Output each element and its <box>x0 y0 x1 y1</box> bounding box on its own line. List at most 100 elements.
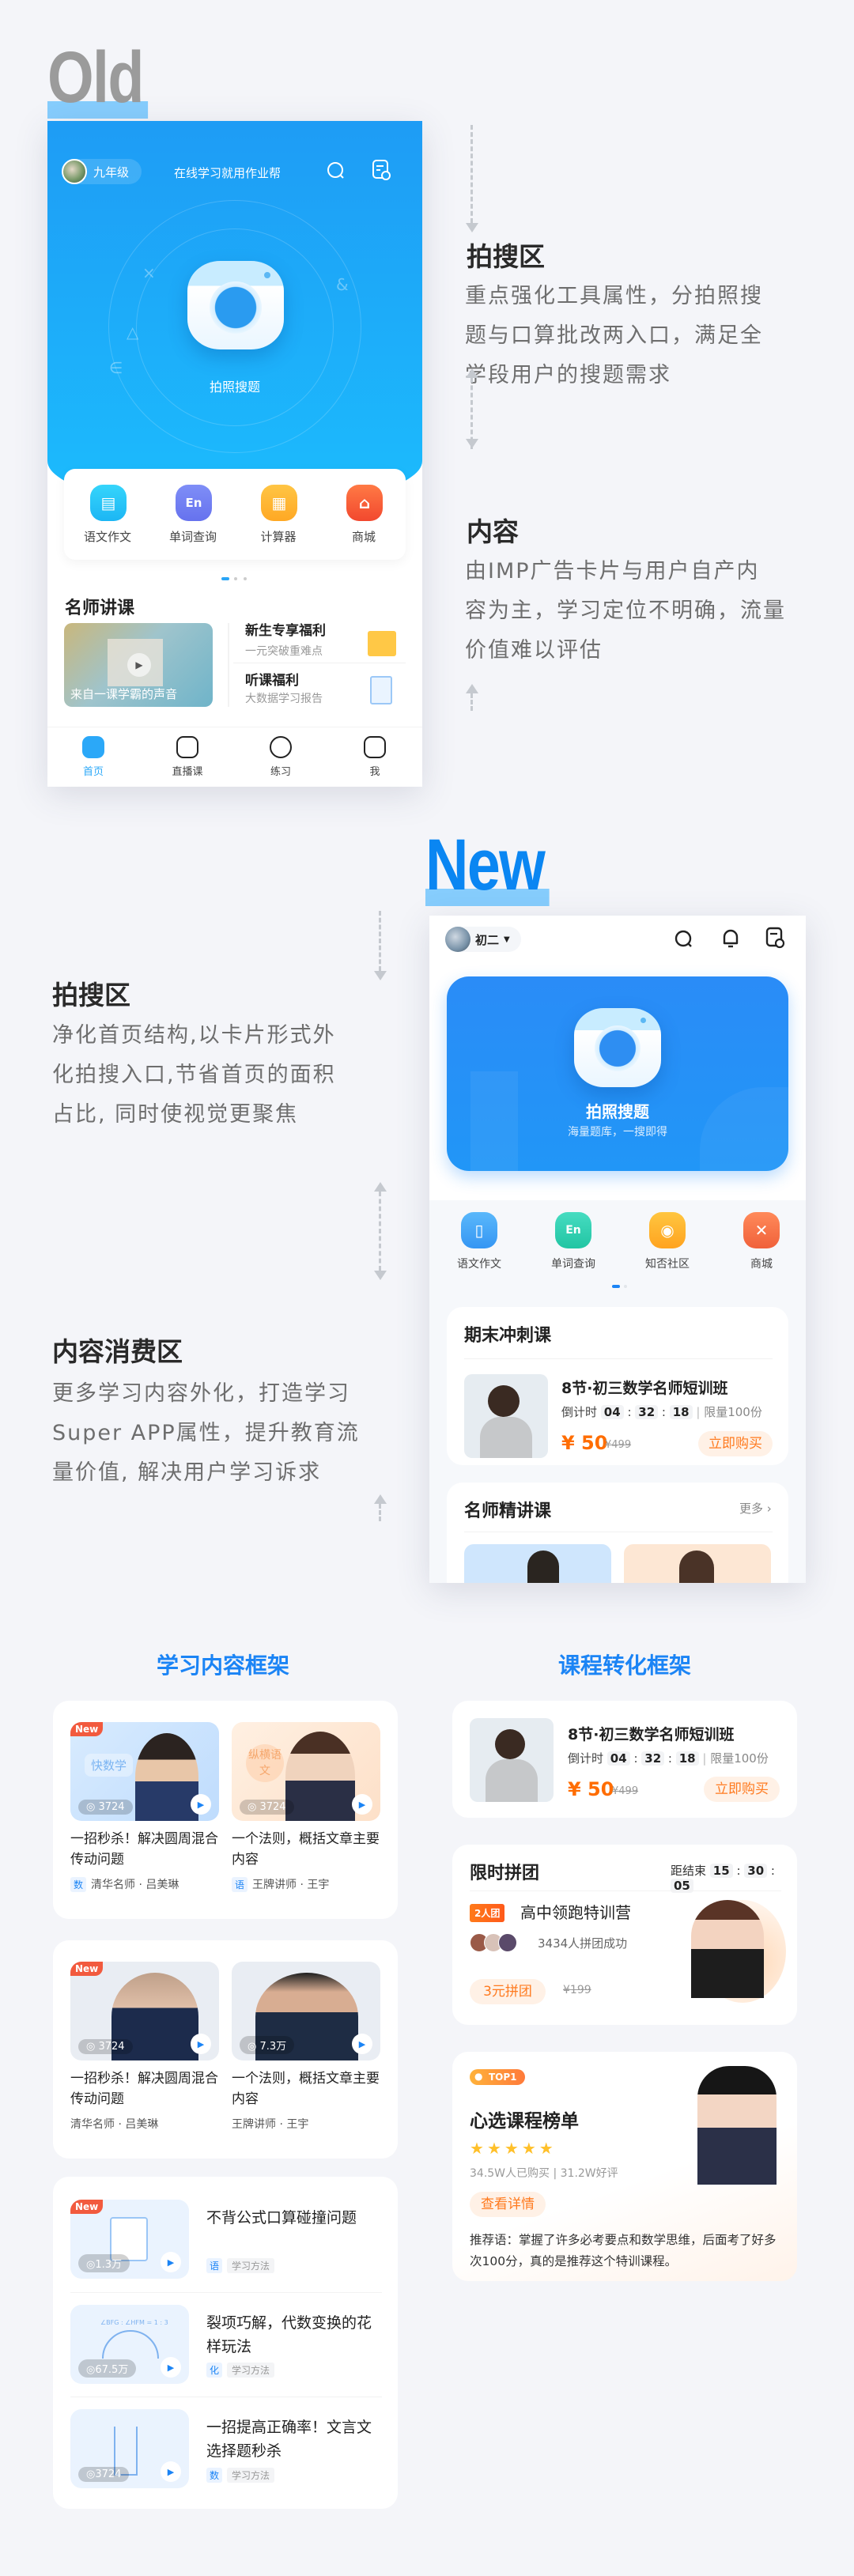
annotation-desc: 更多学习内容外化，打造学习 Super APP属性，提升教育流 量价值, 解决用户学… <box>52 1381 360 1485</box>
buy-button[interactable]: 立即购买 <box>704 1777 780 1802</box>
grade-selector[interactable]: 初二 ▼ <box>445 927 521 952</box>
tab-live[interactable]: 直播课 <box>156 736 219 778</box>
content-tags: 数学习方法 <box>206 2468 275 2483</box>
camera-button[interactable] <box>187 261 284 349</box>
content-tags: 化学习方法 <box>206 2363 275 2378</box>
promo-title[interactable]: 听课福利 <box>245 669 299 689</box>
content-title[interactable]: 不背公式口算碰撞问题 <box>206 2206 380 2230</box>
view-details-button[interactable]: 查看详情 <box>470 2192 546 2217</box>
flame-icon: ● <box>474 2071 483 2082</box>
annotation-title: 内容 <box>467 516 519 547</box>
view-count: ◎ 3724 <box>240 1800 294 1815</box>
search-icon[interactable] <box>326 161 346 181</box>
camera-lens <box>595 1025 640 1071</box>
view-count: ◎ 3724 <box>78 1800 133 1815</box>
video-thumbnail[interactable]: ◎3724 ▶ <box>70 2409 189 2488</box>
page-dot-active <box>221 577 229 580</box>
teacher-thumb[interactable] <box>624 1544 771 1583</box>
new-badge: New <box>70 1722 104 1736</box>
play-icon[interactable]: ▶ <box>352 1794 372 1815</box>
content-title[interactable]: 裂项巧解，代数变换的花样玩法 <box>206 2311 380 2359</box>
page-dot-active <box>612 1285 620 1288</box>
content-title[interactable]: 一招秒杀！解决圆周混合传动问题 <box>70 1829 221 1870</box>
top-badge: ● TOP1 <box>470 2069 525 2085</box>
decor-symbol: × <box>142 263 156 282</box>
decor-symbol: △ <box>127 323 139 342</box>
play-icon[interactable]: ▶ <box>191 2034 211 2054</box>
annotation-title: 内容消费区 <box>52 1336 183 1367</box>
promo-title[interactable]: 新生专享福利 <box>245 619 326 639</box>
content-title[interactable]: 一招秒杀！解决圆周混合传动问题 <box>70 2068 221 2110</box>
shop-icon[interactable]: ✕ <box>743 1212 780 1248</box>
search-icon[interactable] <box>673 928 695 950</box>
teacher-thumb[interactable] <box>464 1544 611 1583</box>
learning-framework-title: 学习内容框架 <box>156 1652 289 1679</box>
planet-tab-icon <box>270 736 292 758</box>
new-heading: New <box>425 829 550 906</box>
teacher-head <box>679 1551 714 1583</box>
essay-icon[interactable]: ▯ <box>461 1212 497 1248</box>
arrow-up-icon <box>466 684 478 693</box>
teacher-head <box>527 1551 559 1583</box>
annotation-desc: 净化首页结构,以卡片形式外 化拍搜入口,节省首页的面积 占比, 同时使视觉更聚焦 <box>52 1023 336 1127</box>
original-price: ¥499 <box>605 1439 632 1451</box>
group-buy-button[interactable]: 3元拼团 <box>470 1979 546 2004</box>
tab-me[interactable]: 我 <box>343 736 406 778</box>
content-author: 数清华名师 · 吕美琳 <box>70 1876 179 1892</box>
smiley-tab-icon <box>364 736 386 758</box>
group-buy-card: 限时拼团 距结束 15 : 30 : 05 2人团 高中领跑特训营 3434人拼… <box>452 1845 797 2025</box>
teachers-card: 名师精讲课 更多 › <box>447 1483 788 1583</box>
play-icon[interactable]: ▶ <box>161 2461 181 2482</box>
photo-search-card[interactable]: 拍照搜题 海量题库，一搜即得 <box>447 976 788 1171</box>
teacher-photo <box>691 1900 764 1998</box>
camera-flash-dot <box>264 272 270 278</box>
divider <box>464 1358 773 1359</box>
teacher-body <box>486 1759 538 1802</box>
dashed-line <box>470 693 473 711</box>
card-title: 期末冲刺课 <box>464 1326 552 1346</box>
content-title[interactable]: 一招提高正确率！文言文选择题秒杀 <box>206 2415 380 2463</box>
participant-avatars <box>470 1933 517 1952</box>
buy-button[interactable]: 立即购买 <box>698 1431 773 1456</box>
grade-label: 初二 <box>475 932 500 947</box>
play-icon[interactable]: ▶ <box>161 2357 181 2378</box>
shop-icon[interactable]: ⌂ <box>346 485 383 521</box>
essay-icon[interactable]: ▤ <box>90 485 127 521</box>
tab-home[interactable]: 首页 <box>62 736 125 778</box>
tab-practice[interactable]: 练习 <box>249 736 312 778</box>
annotation-desc: 重点强化工具属性，分拍照搜 题与口算批改两入口，满足全 学段用户的搜题需求 <box>465 284 763 387</box>
play-icon: ▶ <box>127 653 151 677</box>
course-title[interactable]: 8节·初三数学名师短训班 <box>561 1377 727 1398</box>
video-thumbnail[interactable]: New ◎1.3万 ▶ <box>70 2200 189 2279</box>
video-thumbnail[interactable]: ∠BFG : ∠HFM = 1 : 3 ◎67.5万 ▶ <box>70 2305 189 2384</box>
arrow-up-icon <box>374 1182 387 1192</box>
bell-icon[interactable] <box>720 927 742 950</box>
tool-label: 知否社区 <box>645 1258 690 1271</box>
play-icon[interactable]: ▶ <box>161 2252 181 2272</box>
video-thumbnail[interactable]: 快数学 New ◎ 3724 ▶ <box>70 1722 219 1821</box>
content-title[interactable]: 一个法则，概括文章主要内容 <box>232 2068 382 2110</box>
video-thumbnail[interactable]: New ◎ 3724 ▶ <box>70 1962 219 2060</box>
grade-selector[interactable]: 九年级 <box>62 159 142 184</box>
play-icon[interactable]: ▶ <box>191 1794 211 1815</box>
section-title: 名师讲课 <box>65 599 135 618</box>
content-title[interactable]: 一个法则，概括文章主要内容 <box>232 1829 382 1870</box>
course-title[interactable]: 高中领跑特训营 <box>520 1900 631 1923</box>
video-thumbnail[interactable]: 纵横语文 ◎ 3724 ▶ <box>232 1722 380 1821</box>
decor-symbol: ∈ <box>109 358 123 377</box>
course-title[interactable]: 8节·初三数学名师短训班 <box>568 1723 734 1744</box>
community-bulb-icon[interactable]: ◉ <box>649 1212 686 1248</box>
dictionary-icon[interactable]: En <box>176 485 212 521</box>
camera-lens <box>210 281 262 334</box>
calculator-icon[interactable]: ▦ <box>261 485 297 521</box>
video-thumbnail[interactable]: ◎ 7.3万 ▶ <box>232 1962 380 2060</box>
more-link[interactable]: 更多 › <box>739 1500 772 1517</box>
history-doc-icon[interactable] <box>371 159 391 181</box>
play-icon[interactable]: ▶ <box>352 2034 372 2054</box>
teacher-photo <box>464 1374 548 1458</box>
video-thumbnail[interactable]: ▶ 来自一课学霸的声音 <box>64 623 213 707</box>
dictionary-icon[interactable]: En <box>555 1212 591 1248</box>
content-author: 王牌讲师 · 王宇 <box>232 2118 309 2131</box>
teacher-head <box>488 1385 520 1417</box>
history-doc-icon[interactable] <box>765 927 787 950</box>
